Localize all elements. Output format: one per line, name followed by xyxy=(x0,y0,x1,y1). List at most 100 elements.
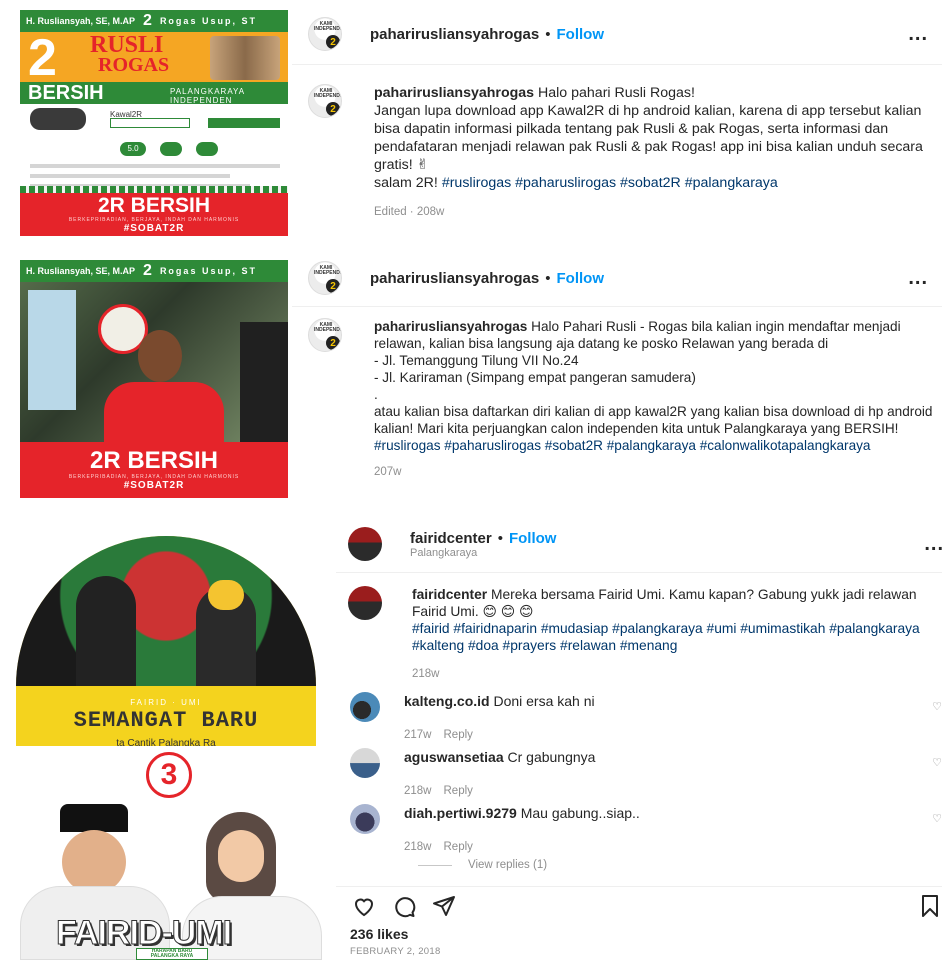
reply-button[interactable]: Reply xyxy=(444,785,473,797)
avatar-text: KAMI INDEPENDEN xyxy=(314,21,341,32)
comment-time: 217w xyxy=(404,729,432,741)
more-options-icon[interactable]: ... xyxy=(924,533,942,556)
post-time: Edited · 208w xyxy=(374,206,445,218)
username[interactable]: fairidcenter xyxy=(410,530,492,547)
comment-item: kalteng.co.id Doni ersa kah ni 217w Reply… xyxy=(350,692,942,744)
caption-username[interactable]: paharirusliansyahrogas xyxy=(374,85,534,101)
photo-person-shirt xyxy=(104,382,224,442)
avatar[interactable]: KAMI INDEPENDEN 2 xyxy=(308,17,342,51)
caption-username[interactable]: paharirusliansyahrogas xyxy=(374,319,527,334)
comment-username[interactable]: aguswansetiaa xyxy=(404,749,504,765)
comment-username[interactable]: diah.pertiwi.9279 xyxy=(404,805,517,821)
app-badge-3 xyxy=(196,142,218,156)
reply-button[interactable]: Reply xyxy=(444,841,473,853)
caption-hashtags[interactable]: #ruslirogas #paharuslirogas #sobat2R #pa… xyxy=(442,175,778,191)
poster-candidate-1: H. Rusliansyah, SE, M.AP xyxy=(26,266,136,276)
view-replies-line xyxy=(418,864,452,866)
poster-candidate-2: Rogas Usup, ST xyxy=(159,266,257,276)
poster-app-screenshot: Kawal2R 5.0 xyxy=(20,104,288,194)
photo-window xyxy=(28,290,76,410)
avatar-badge: 2 xyxy=(326,336,340,350)
app-text-line xyxy=(30,164,280,168)
poster-candidates-photo xyxy=(210,36,280,80)
avatar[interactable] xyxy=(348,527,382,561)
comment-text: Cr gabungnya xyxy=(503,749,596,765)
caption-hashtags[interactable]: #fairid #fairidnaparin #mudasiap #palang… xyxy=(412,621,924,653)
poster-small-caption: FAIRID · UMI xyxy=(130,698,202,707)
header-divider xyxy=(292,306,942,307)
post-1-caption: KAMI INDEPENDEN 2 paharirusliansyahrogas… xyxy=(308,84,938,218)
poster-banner-tag: #SOBAT2R xyxy=(123,223,185,234)
poster-title-block: 2 RUSLI ROGAS xyxy=(20,29,288,87)
poster-stripe xyxy=(20,186,288,193)
comment-like-icon[interactable]: ♡ xyxy=(932,756,942,769)
post-3-image-bottom[interactable]: 3 FAIRID-UMI HARAPAN BARU PALANGKA RAYA xyxy=(6,746,336,960)
app-badge-2 xyxy=(160,142,182,156)
caption-text: paharirusliansyahrogas Halo Pahari Rusli… xyxy=(374,318,934,454)
poster-candidate-2: Rogas Usup, ST xyxy=(159,16,257,26)
person-right-face xyxy=(218,830,264,882)
avatar[interactable]: KAMI INDEPENDEN 2 xyxy=(308,261,342,295)
follow-button[interactable]: Follow xyxy=(557,26,605,43)
caption-avatar[interactable]: KAMI INDEPENDEN 2 xyxy=(308,318,342,352)
actions-divider xyxy=(336,886,942,887)
view-replies[interactable]: View replies (1) xyxy=(418,859,547,871)
app-text-line xyxy=(30,174,230,178)
poster-title: SEMANGAT BARU xyxy=(73,708,259,733)
separator-dot: • xyxy=(545,25,551,43)
comment-like-icon[interactable]: ♡ xyxy=(932,700,942,713)
share-icon[interactable] xyxy=(432,894,456,918)
post-1: H. Rusliansyah, SE, M.AP 2 Rogas Usup, S… xyxy=(0,0,942,240)
caption-hashtags[interactable]: #ruslirogas #paharuslirogas #sobat2R #pa… xyxy=(374,438,871,453)
poster-subtitle: PALANGKARAYA INDEPENDEN xyxy=(170,87,245,105)
poster-header-bar: H. Rusliansyah, SE, M.AP 2 Rogas Usup, S… xyxy=(20,260,288,282)
comment-avatar[interactable] xyxy=(350,748,380,778)
person-right-hijab xyxy=(208,580,244,610)
comment-icon[interactable] xyxy=(392,894,416,918)
poster-title-number: 2 xyxy=(28,29,57,87)
reply-button[interactable]: Reply xyxy=(444,729,473,741)
more-options-icon[interactable]: ... xyxy=(908,23,928,46)
caption-avatar[interactable] xyxy=(348,586,382,620)
username[interactable]: paharirusliansyahrogas xyxy=(370,270,539,287)
like-heart-icon[interactable] xyxy=(352,894,376,918)
poster-number: 2 xyxy=(143,262,152,279)
poster-banner: 2R BERSIH BERKEPRIBADIAN, BERJAYA, INDAH… xyxy=(20,193,288,236)
avatar-text: KAMI INDEPENDEN xyxy=(314,88,341,99)
separator-dot: • xyxy=(497,529,503,547)
app-install-button xyxy=(208,118,280,128)
post-2-image[interactable]: H. Rusliansyah, SE, M.AP 2 Rogas Usup, S… xyxy=(20,260,288,498)
number-circle: 3 xyxy=(146,752,192,798)
avatar-badge: 2 xyxy=(326,279,340,293)
caption-avatar[interactable]: KAMI INDEPENDEN 2 xyxy=(308,84,342,118)
post-time: 218w xyxy=(412,668,440,680)
view-replies-label: View replies (1) xyxy=(468,859,548,871)
follow-button[interactable]: Follow xyxy=(557,270,605,287)
comment-like-icon[interactable]: ♡ xyxy=(932,812,942,825)
follow-button[interactable]: Follow xyxy=(509,530,557,547)
post-time: 207w xyxy=(374,466,402,478)
caption-body: Mereka bersama Fairid Umi. Kamu kapan? G… xyxy=(412,587,917,619)
photo-person-head xyxy=(138,330,182,382)
username[interactable]: paharirusliansyahrogas xyxy=(370,26,539,43)
post-3-image-top[interactable]: FAIRID · UMI SEMANGAT BARU ta Cantik Pal… xyxy=(6,516,336,746)
app-icon xyxy=(30,108,86,130)
person-left-face xyxy=(62,830,126,894)
poster-photo xyxy=(16,536,316,686)
save-bookmark-icon[interactable] xyxy=(920,894,940,918)
comment-avatar[interactable] xyxy=(350,804,380,834)
post-1-image[interactable]: H. Rusliansyah, SE, M.AP 2 Rogas Usup, S… xyxy=(20,10,288,236)
post-3-header: fairidcenter • Follow Palangkaraya ... xyxy=(348,524,942,564)
caption-username[interactable]: fairidcenter xyxy=(412,587,487,602)
post-3-caption: fairidcenter Mereka bersama Fairid Umi. … xyxy=(348,586,942,680)
rating-badge: 5.0 xyxy=(120,142,146,156)
poster-candidate-1: H. Rusliansyah, SE, M.AP xyxy=(26,16,136,26)
caption-body: Halo Pahari Rusli - Rogas bila kalian in… xyxy=(374,319,933,436)
comment-text: Doni ersa kah ni xyxy=(489,693,595,709)
comment-username[interactable]: kalteng.co.id xyxy=(404,693,490,709)
poster-banner-tag: #SOBAT2R xyxy=(123,480,185,491)
location-label[interactable]: Palangkaraya xyxy=(410,547,556,559)
comment-avatar[interactable] xyxy=(350,692,380,722)
more-options-icon[interactable]: ... xyxy=(908,267,928,290)
likes-count[interactable]: 236 likes xyxy=(350,926,408,942)
